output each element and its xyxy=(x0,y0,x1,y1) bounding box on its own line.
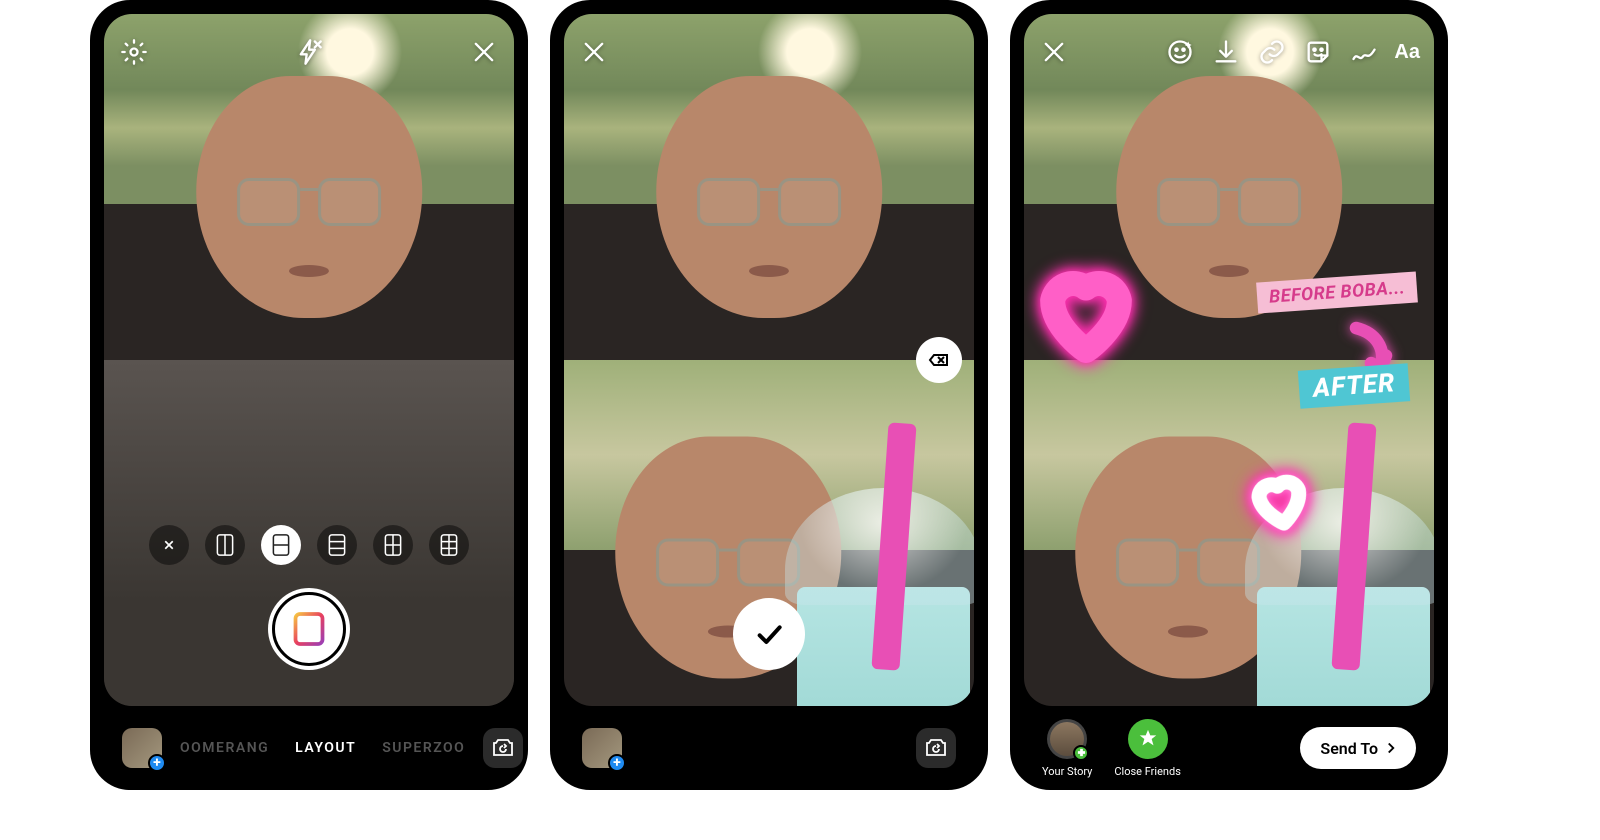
text-sticker-after[interactable]: AFTER xyxy=(1298,363,1411,409)
mode-prev[interactable]: OOMERANG xyxy=(180,740,269,756)
settings-icon[interactable] xyxy=(118,36,150,68)
phone-screen-2: + xyxy=(550,0,988,790)
layout-options-row xyxy=(104,522,514,568)
your-story-button[interactable]: Your Story xyxy=(1042,719,1092,778)
draw-icon[interactable] xyxy=(1348,36,1380,68)
gallery-thumbnail[interactable]: + xyxy=(122,728,162,768)
delete-panel-button[interactable] xyxy=(916,337,962,383)
close-friends-button[interactable]: Close Friends xyxy=(1114,719,1180,778)
add-from-gallery-icon: + xyxy=(148,754,166,772)
text-tool-icon[interactable]: Aa xyxy=(1394,36,1420,68)
confirm-button[interactable] xyxy=(733,598,805,670)
your-story-label: Your Story xyxy=(1042,765,1092,778)
send-to-label: Send To xyxy=(1320,739,1378,758)
mode-active[interactable]: LAYOUT xyxy=(295,740,356,756)
effects-icon[interactable] xyxy=(1164,36,1196,68)
camera-viewport xyxy=(104,14,514,706)
switch-camera-button[interactable] xyxy=(916,728,956,768)
mode-next[interactable]: SUPERZOO xyxy=(382,740,465,756)
chevron-right-icon xyxy=(1382,739,1400,757)
close-icon[interactable] xyxy=(1038,36,1070,68)
layout-2x3-option[interactable] xyxy=(429,525,469,565)
camera-mode-carousel[interactable]: OOMERANG LAYOUT SUPERZOO xyxy=(180,740,465,756)
bottom-bar: + OOMERANG LAYOUT SUPERZOO xyxy=(104,706,514,790)
shutter-button[interactable] xyxy=(268,588,350,670)
add-from-gallery-icon: + xyxy=(608,754,626,772)
story-editor-viewport: BEFORE BOBA... AFTER Aa xyxy=(1024,14,1434,706)
phone-screen-1: + OOMERANG LAYOUT SUPERZOO xyxy=(90,0,528,790)
captured-photo-bottom xyxy=(1024,360,1434,706)
layout-2x2-option[interactable] xyxy=(373,525,413,565)
white-heart-sticker[interactable] xyxy=(1245,466,1315,536)
layout-3row-option[interactable] xyxy=(317,525,357,565)
send-to-button[interactable]: Send To xyxy=(1300,727,1416,769)
phone-screen-3: BEFORE BOBA... AFTER Aa Your Story Close… xyxy=(1010,0,1448,790)
switch-camera-button[interactable] xyxy=(483,728,523,768)
flash-icon[interactable] xyxy=(293,36,325,68)
layout-close-button[interactable] xyxy=(149,525,189,565)
sticker-icon[interactable] xyxy=(1302,36,1334,68)
layout-2col-option[interactable] xyxy=(205,525,245,565)
download-icon[interactable] xyxy=(1210,36,1242,68)
layout-2row-option-selected[interactable] xyxy=(261,525,301,565)
gallery-thumbnail[interactable]: + xyxy=(582,728,622,768)
close-icon[interactable] xyxy=(468,36,500,68)
camera-viewport xyxy=(564,14,974,706)
close-icon[interactable] xyxy=(578,36,610,68)
bottom-bar: + xyxy=(564,706,974,790)
close-friends-label: Close Friends xyxy=(1114,765,1180,778)
neon-heart-sticker[interactable] xyxy=(1036,263,1136,363)
link-icon[interactable] xyxy=(1256,36,1288,68)
boba-cup xyxy=(785,488,974,706)
share-bar: Your Story Close Friends Send To xyxy=(1024,706,1434,790)
